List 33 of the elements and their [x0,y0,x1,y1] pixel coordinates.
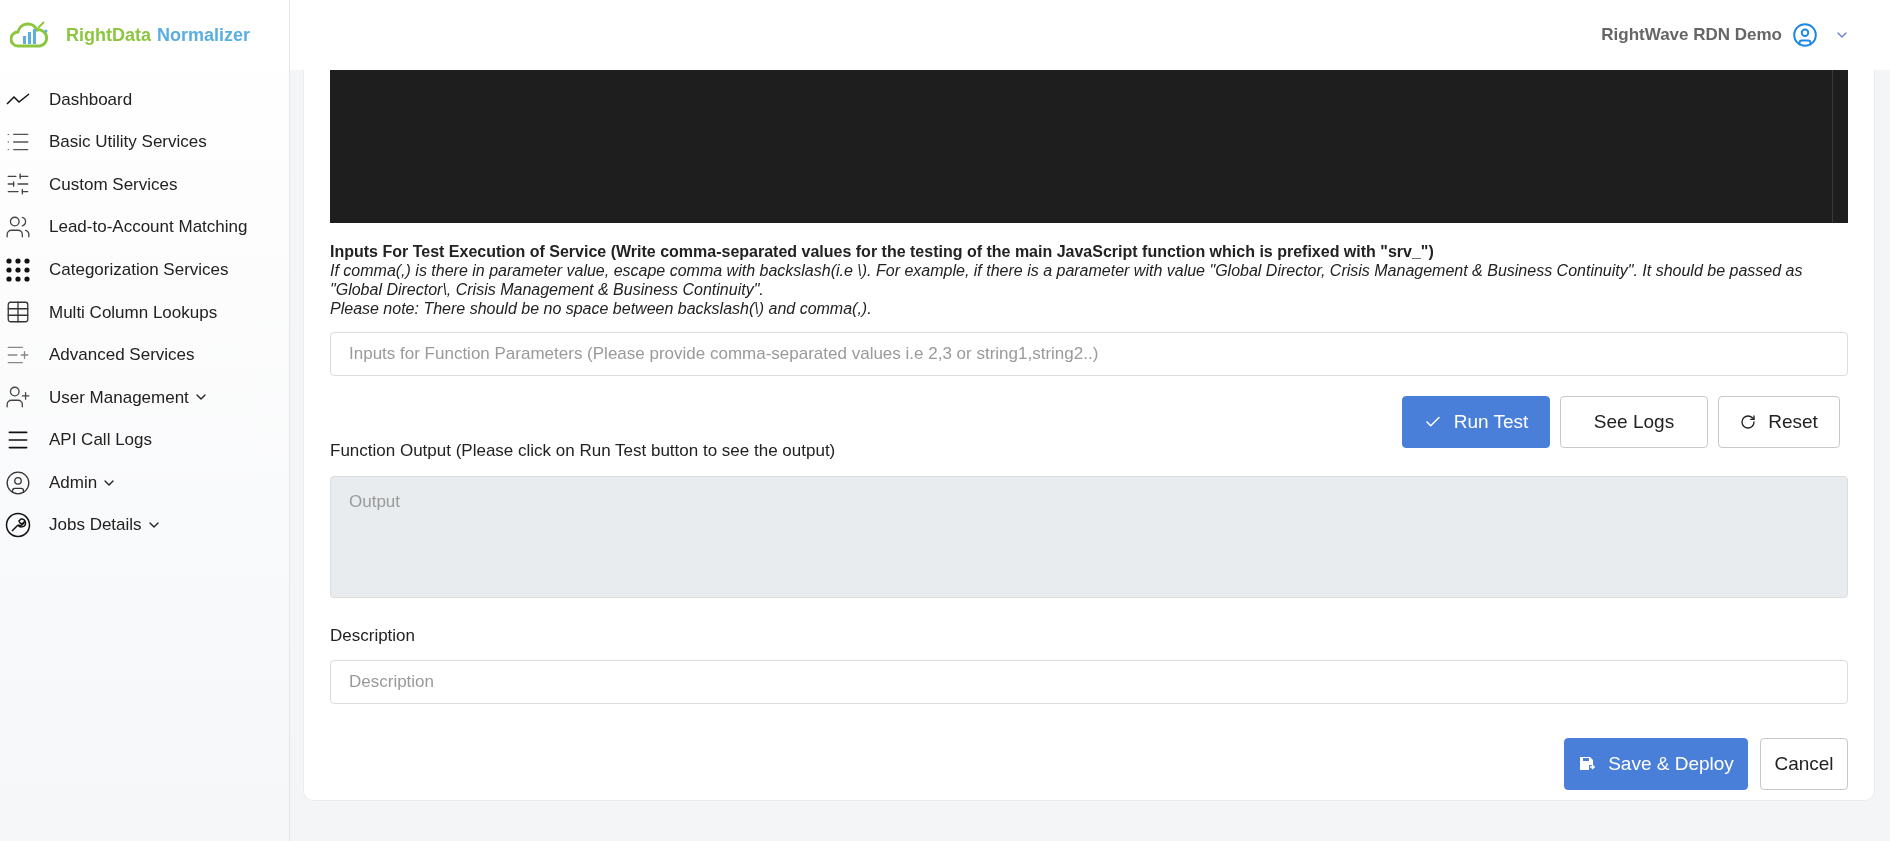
user-name: RightWave RDN Demo [1601,24,1782,47]
output-field[interactable]: Output [330,475,1848,598]
brand-name: RightData [66,23,151,47]
sidebar-item[interactable]: Multi Column Lookups [0,290,289,334]
sidebar-item[interactable]: Basic Utility Services [0,120,289,164]
action-button[interactable]: Cancel [1760,738,1848,790]
action-button[interactable]: Reset [1718,396,1840,448]
field-label: Function Output (Please click on Run Test button to see the output) [330,440,837,462]
sidebar-item[interactable]: Categorization Services [0,248,289,291]
save-icon [1578,755,1597,773]
sidebar-item[interactable]: Dashboard [0,78,289,121]
reset-icon [1740,414,1757,430]
sidebar-item[interactable]: Admin [0,461,289,504]
sidebar-item[interactable]: API Call Logs [0,418,289,462]
sidebar-item[interactable]: Advanced Services [0,333,289,377]
field-label: Description [330,624,417,647]
action-button[interactable]: See Logs [1560,396,1708,448]
user-avatar-icon[interactable] [1792,22,1818,48]
instruction-note: If comma(,) is there in parameter value, escape comma with backslash(i.e \). For example, if there is a parameter with value "Global Director, Crisis Management & Business Continuity". It should be passed as "Global Director\, Crisis Management & Business Continuity". [330,261,1804,299]
sidebar-item[interactable]: Lead-to-Account Matching [0,205,289,249]
user-icon [5,469,31,496]
field-heading: Inputs For Test Execution of Service (Write comma-separated values for the testing of the main JavaScript function which is prefixed with "srv_") [330,242,1435,261]
sidebar-item[interactable]: User Management [0,376,289,419]
description-field[interactable]: Description [330,660,1848,704]
logo-icon [10,20,50,50]
action-button[interactable]: Save & Deploy [1564,738,1748,790]
instruction-note: Please note: There should be no space between backslash(\) and comma(,). [330,299,873,318]
brand-name: Normalizer [157,23,251,47]
sidebar-item[interactable]: Jobs Details [0,503,289,547]
action-button[interactable]: Run Test [1402,396,1550,448]
sidebar-item[interactable]: Custom Services [0,163,289,206]
dots-grid-icon [5,256,31,283]
function-parameters-field[interactable]: Inputs for Function Parameters (Please provide comma-separated values i.e 2,3 or string1,string2..) [330,332,1848,376]
